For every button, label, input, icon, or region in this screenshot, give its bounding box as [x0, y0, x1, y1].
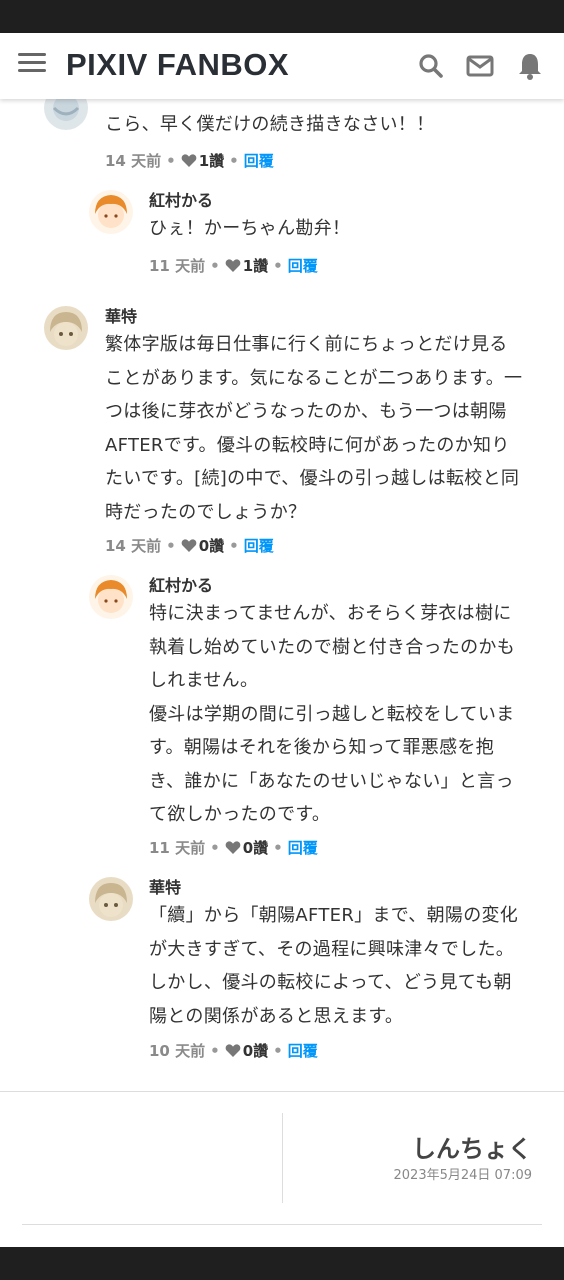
avatar[interactable] [89, 575, 133, 619]
comment-author[interactable]: 紅村かる [149, 187, 213, 211]
avatar[interactable] [44, 99, 88, 130]
comment-meta: 11 天前 • 1讚 • 回覆 [149, 255, 318, 276]
avatar[interactable] [89, 877, 133, 921]
comment-author[interactable]: 華特 [149, 874, 181, 898]
like-count: 0讚 [198, 537, 225, 555]
search-icon[interactable] [416, 51, 446, 81]
heart-icon[interactable] [225, 840, 241, 855]
comment-time: 11 天前 [149, 839, 206, 857]
reply-link[interactable]: 回覆 [288, 837, 318, 858]
like-count: 0讚 [242, 1042, 269, 1060]
next-post-link[interactable]: しんちょく [412, 1129, 532, 1164]
comment-list: こら、早く僕だけの続き描きなさい！！ 14 天前 • 1讚 • 回覆 紅村かる ひぇ… [0, 99, 564, 1247]
comment-meta: 10 天前 • 0讚 • 回覆 [149, 1040, 318, 1061]
comment-text: 「續」から「朝陽AFTER」まで、朝陽の変化が大きすぎて、その過程に興味津々でし… [149, 905, 519, 1027]
comment-text: こら、早く僕だけの続き描きなさい！！ [105, 114, 435, 135]
comment-author[interactable]: 紅村かる [149, 572, 213, 596]
avatar[interactable] [89, 190, 133, 234]
comment-time: 14 天前 [105, 537, 162, 555]
heart-icon[interactable] [225, 258, 241, 273]
comment-text: 特に決まってませんが、おそらく芽衣は樹に執着し始めていたので樹と付き合ったのかも… [149, 603, 515, 825]
comment-text: ひぇ！かーちゃん勘弁！ [149, 218, 351, 239]
divider [282, 1113, 283, 1203]
comment-meta: 11 天前 • 0讚 • 回覆 [149, 837, 318, 858]
comment-time: 11 天前 [149, 257, 206, 275]
comment-text: 繁体字版は毎日仕事に行く前にちょっとだけ見ることがあります。気になることが二つあ… [105, 334, 523, 523]
notification-bell-icon[interactable] [515, 51, 545, 81]
divider [0, 1091, 564, 1092]
avatar[interactable] [44, 306, 88, 350]
comment-time: 14 天前 [105, 152, 162, 170]
comment-meta: 14 天前 • 1讚 • 回覆 [105, 150, 274, 171]
reply-link[interactable]: 回覆 [288, 255, 318, 276]
reply-link[interactable]: 回覆 [244, 150, 274, 171]
like-count: 0讚 [242, 839, 269, 857]
like-count: 1讚 [198, 152, 225, 170]
brand-logo[interactable]: PIXIV FANBOX [66, 47, 289, 83]
comment-meta: 14 天前 • 0讚 • 回覆 [105, 535, 274, 556]
reply-link[interactable]: 回覆 [244, 535, 274, 556]
heart-icon[interactable] [225, 1043, 241, 1058]
reply-link[interactable]: 回覆 [288, 1040, 318, 1061]
system-nav-bar [0, 1247, 564, 1280]
comment-author[interactable]: 華特 [105, 303, 137, 327]
menu-icon[interactable] [18, 53, 46, 77]
status-bar [0, 0, 564, 33]
divider [22, 1224, 542, 1225]
post-navigation: しんちょく 2023年5月24日 07:09 [22, 1113, 542, 1203]
comment-time: 10 天前 [149, 1042, 206, 1060]
app-header: PIXIV FANBOX [0, 33, 564, 99]
heart-icon[interactable] [181, 153, 197, 168]
next-post-date: 2023年5月24日 07:09 [393, 1168, 533, 1183]
heart-icon[interactable] [181, 538, 197, 553]
like-count: 1讚 [242, 257, 269, 275]
mail-icon[interactable] [465, 51, 495, 81]
